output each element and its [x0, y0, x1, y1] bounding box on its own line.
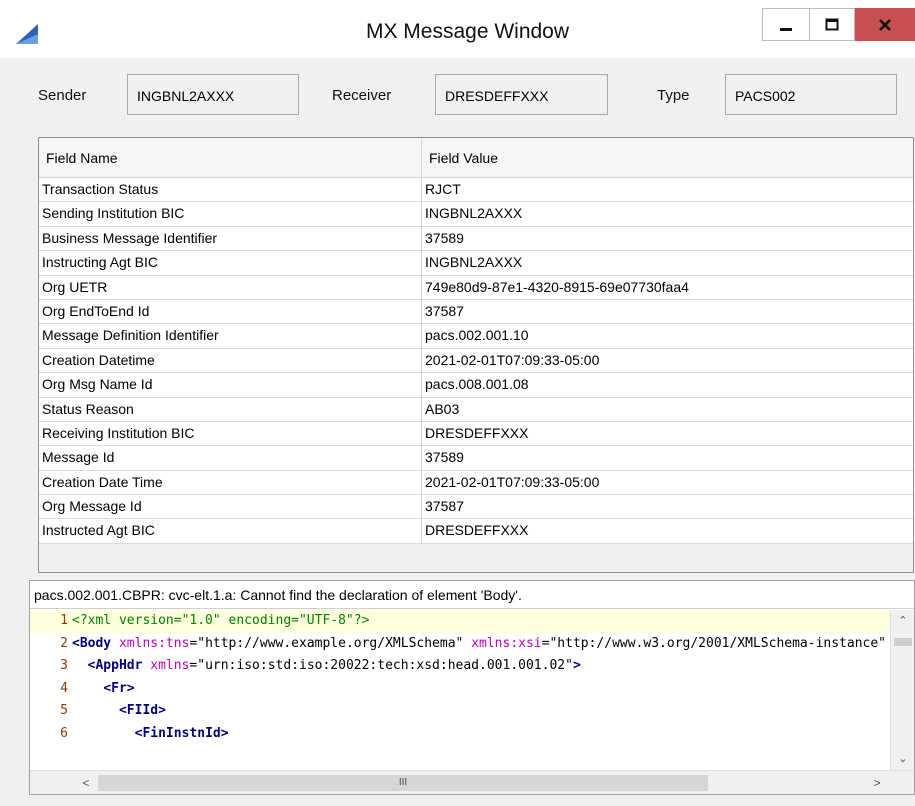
xml-panel: pacs.002.001.CBPR: cvc-elt.1.a: Cannot f…: [29, 580, 915, 795]
code-line[interactable]: 2 <Body xmlns:tns="http://www.example.org…: [30, 633, 890, 656]
field-value-cell: 2021-02-01T07:09:33-05:00: [425, 351, 600, 368]
field-name-cell: Message Definition Identifier: [39, 324, 422, 348]
sender-label: Sender: [38, 87, 87, 104]
field-value-cell: pacs.008.001.08: [425, 376, 529, 393]
field-value-cell: 37587: [425, 498, 464, 515]
type-label: Type: [657, 87, 690, 104]
table-row[interactable]: Business Message Identifier 37589: [39, 226, 913, 252]
field-name-cell: Org Msg Name Id: [39, 373, 422, 397]
table-row[interactable]: Instructed Agt BIC DRESDEFFXXX: [39, 519, 913, 544]
scroll-up-icon[interactable]: ⌃: [891, 610, 915, 632]
receiver-label: Receiver: [332, 87, 392, 104]
field-name-cell: Business Message Identifier: [39, 226, 422, 251]
field-name-cell: Instructing Agt BIC: [39, 251, 422, 275]
field-name-cell: Org EndToEnd Id: [39, 299, 422, 324]
code-line[interactable]: 4 <Fr>: [30, 678, 890, 701]
table-row[interactable]: Status Reason AB03: [39, 397, 913, 422]
code-text: <AppHdr xmlns="urn:iso:std:iso:20022:tec…: [87, 658, 581, 673]
table-row[interactable]: Org EndToEnd Id 37587: [39, 299, 913, 325]
horizontal-scroll-thumb[interactable]: III: [98, 775, 708, 791]
table-row[interactable]: Org Message Id 37587: [39, 495, 913, 520]
code-text: <Body xmlns:tns="http://www.example.org/…: [72, 635, 887, 651]
table-row[interactable]: Message Id 37589: [39, 446, 913, 471]
table-row[interactable]: Instructing Agt BIC INGBNL2AXXX: [39, 251, 913, 276]
field-value-cell: 37589: [425, 449, 464, 466]
table-row[interactable]: Transaction Status RJCT: [39, 178, 913, 203]
code-text: <FinInstnId>: [134, 725, 229, 741]
field-value-cell: DRESDEFFXXX: [425, 424, 529, 441]
type-field[interactable]: PACS002: [725, 74, 897, 115]
table-row[interactable]: Creation Date Time 2021-02-01T07:09:33-05…: [39, 470, 913, 496]
field-name-cell: Instructed Agt BIC: [39, 519, 422, 543]
field-value-cell: INGBNL2AXXX: [425, 254, 523, 271]
field-value-cell: DRESDEFFXXX: [425, 522, 529, 539]
table-row[interactable]: Sending Institution BIC INGBNL2AXXX: [39, 202, 913, 227]
table-row[interactable]: Org Msg Name Id pacs.008.001.08: [39, 373, 913, 398]
field-name-cell: Sending Institution BIC: [39, 202, 422, 226]
close-button[interactable]: [855, 8, 915, 41]
field-value-cell: pacs.002.001.10: [425, 327, 529, 344]
code-line[interactable]: 6 <FinInstnId>: [30, 723, 890, 746]
field-value-cell: 37589: [425, 229, 464, 246]
column-header-field-value[interactable]: Field Value: [422, 138, 913, 178]
code-text: <Fr>: [103, 680, 135, 696]
field-value-cell: 749e80d9-87e1-4320-8915-69e07730faa4: [425, 278, 689, 295]
sender-field[interactable]: INGBNL2AXXX: [127, 74, 299, 115]
code-line[interactable]: 3 <AppHdr xmlns="urn:iso:std:iso:20022:t…: [30, 655, 890, 678]
field-table: Field Name Field Value Transaction Statu…: [38, 137, 914, 573]
minimize-icon: [780, 27, 792, 31]
validation-message: pacs.002.001.CBPR: cvc-elt.1.a: Cannot f…: [30, 581, 914, 609]
line-number: 6: [60, 725, 68, 741]
field-value-cell: RJCT: [425, 181, 461, 197]
minimize-button[interactable]: [762, 8, 809, 41]
line-number: 1: [60, 613, 68, 628]
horizontal-scrollbar[interactable]: < III >: [30, 770, 914, 794]
receiver-field[interactable]: DRESDEFFXXX: [435, 74, 608, 115]
scroll-down-icon[interactable]: ⌄: [891, 748, 915, 770]
table-row[interactable]: Message Definition Identifier pacs.002.00…: [39, 324, 913, 349]
table-body: Transaction Status RJCT Sending Instituti…: [39, 178, 913, 544]
table-header: Field Name Field Value: [39, 138, 913, 178]
code-text: <?xml version="1.0" encoding="UTF-8"?>: [72, 613, 370, 628]
field-name-cell: Receiving Institution BIC: [39, 421, 422, 446]
title-bar: MX Message Window: [0, 0, 915, 58]
table-row[interactable]: Creation Datetime 2021-02-01T07:09:33-05:…: [39, 348, 913, 374]
field-name-cell: Org Message Id: [39, 495, 422, 519]
column-header-field-name[interactable]: Field Name: [39, 138, 422, 178]
field-value-cell: 37587: [425, 302, 464, 319]
vertical-scrollbar[interactable]: ⌃ ⌄: [890, 610, 914, 770]
field-value-cell: AB03: [425, 400, 460, 417]
code-line[interactable]: 5 <FIId>: [30, 700, 890, 723]
line-number: 4: [60, 680, 68, 696]
maximize-button[interactable]: [809, 8, 855, 41]
line-number: 3: [60, 658, 68, 673]
close-icon: [879, 18, 891, 31]
field-name-cell: Creation Date Time: [39, 470, 422, 495]
line-number: 2: [60, 635, 68, 651]
line-number: 5: [60, 703, 68, 718]
field-name-cell: Creation Datetime: [39, 348, 422, 373]
table-row[interactable]: Org UETR 749e80d9-87e1-4320-8915-69e07730…: [39, 275, 913, 300]
scroll-right-icon[interactable]: >: [866, 771, 888, 795]
scroll-left-icon[interactable]: <: [75, 771, 97, 795]
field-name-cell: Org UETR: [39, 275, 422, 299]
table-row[interactable]: Receiving Institution BIC DRESDEFFXXX: [39, 421, 913, 447]
code-line[interactable]: 1 <?xml version="1.0" encoding="UTF-8"?>: [30, 610, 890, 633]
maximize-icon: [825, 18, 839, 30]
code-text: <FIId>: [118, 703, 166, 718]
field-name-cell: Message Id: [39, 446, 422, 470]
field-name-cell: Status Reason: [39, 397, 422, 421]
field-value-cell: INGBNL2AXXX: [425, 205, 523, 222]
field-name-cell: Transaction Status: [39, 178, 422, 202]
xml-editor[interactable]: 1 <?xml version="1.0" encoding="UTF-8"?> 2…: [30, 610, 890, 770]
field-value-cell: 2021-02-01T07:09:33-05:00: [425, 473, 600, 490]
vertical-scroll-thumb[interactable]: [894, 638, 912, 646]
